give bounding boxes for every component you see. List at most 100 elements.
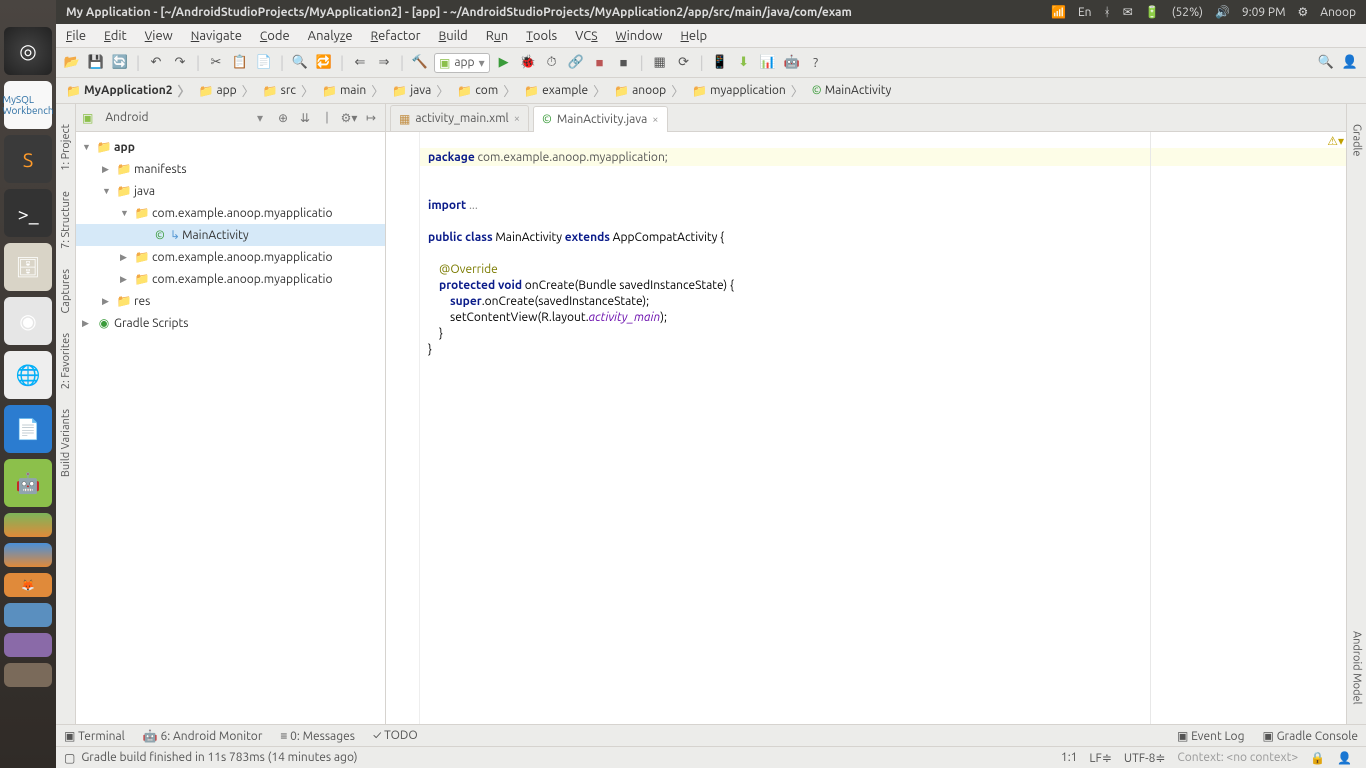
settings-gear-icon[interactable]: ⚙: [1298, 5, 1309, 19]
menu-tools[interactable]: Tools: [526, 29, 557, 43]
tree-gradle[interactable]: ▶◉Gradle Scripts: [76, 312, 385, 334]
tool-gradle[interactable]: Gradle: [1351, 124, 1363, 157]
dock-files-icon[interactable]: 🗄: [4, 243, 52, 291]
cut-icon[interactable]: ✂: [206, 53, 226, 73]
run-config-selector[interactable]: ▣ app ▾: [434, 53, 490, 73]
layout-icon[interactable]: ▦: [650, 53, 670, 73]
context[interactable]: Context: <no context>: [1171, 751, 1304, 764]
network-icon[interactable]: 📶: [1051, 5, 1066, 19]
tool-favorites[interactable]: 2: Favorites: [60, 333, 72, 389]
menu-help[interactable]: Help: [681, 29, 708, 43]
close-icon[interactable]: ×: [514, 113, 520, 125]
tool-android-monitor[interactable]: 🤖 6: Android Monitor: [143, 729, 263, 743]
tool-event-log[interactable]: ▣ Event Log: [1177, 729, 1244, 743]
tree-manifests[interactable]: ▶📁manifests: [76, 158, 385, 180]
tree-app[interactable]: ▼📁app: [76, 136, 385, 158]
project-view-selector[interactable]: Android ▾: [99, 108, 269, 128]
profile-icon[interactable]: ⏱: [542, 53, 562, 73]
dock-chrome-icon[interactable]: 🌐: [4, 351, 52, 399]
clock[interactable]: 9:09 PM: [1242, 6, 1286, 19]
attach-icon[interactable]: 🔗: [566, 53, 586, 73]
tree-pkg1[interactable]: ▼📁com.example.anoop.myapplicatio: [76, 202, 385, 224]
crumb-anoop[interactable]: 📁anoop: [610, 81, 688, 100]
dock-terminal-icon[interactable]: >_: [4, 189, 52, 237]
crumb-main[interactable]: 📁main: [318, 81, 388, 100]
sdk-icon[interactable]: ⬇: [734, 53, 754, 73]
hector-icon[interactable]: 👤: [1331, 751, 1358, 765]
lock-icon[interactable]: 🔒: [1304, 751, 1331, 765]
crumb-com[interactable]: 📁com: [453, 81, 520, 100]
menu-window[interactable]: Window: [616, 29, 663, 43]
forward-icon[interactable]: ⇒: [374, 53, 394, 73]
user-icon[interactable]: 👤: [1340, 53, 1360, 73]
tree-pkg3[interactable]: ▶📁com.example.anoop.myapplicatio: [76, 268, 385, 290]
tool-captures[interactable]: Captures: [60, 269, 72, 313]
collapse-all-icon[interactable]: ⇊: [297, 110, 313, 126]
settings-icon[interactable]: ⚙▾: [341, 110, 357, 126]
crumb-example[interactable]: 📁example: [520, 81, 610, 100]
dock-mysql-icon[interactable]: MySQLWorkbench: [4, 81, 52, 129]
tool-messages[interactable]: ≡ 0: Messages: [280, 729, 355, 743]
sync-gradle-icon[interactable]: ⟳: [674, 53, 694, 73]
dock-dash-icon[interactable]: ◎: [4, 27, 52, 75]
tool-build-variants[interactable]: Build Variants: [60, 409, 72, 477]
run-icon[interactable]: ▶: [494, 53, 514, 73]
back-icon[interactable]: ⇐: [350, 53, 370, 73]
dock-img-3-icon[interactable]: [4, 663, 52, 687]
line-separator[interactable]: LF≑: [1083, 751, 1117, 765]
bluetooth-icon[interactable]: ᚼ: [1104, 6, 1111, 19]
tool-terminal[interactable]: ▣ Terminal: [64, 729, 125, 743]
dock-media-icon[interactable]: ◉: [4, 297, 52, 345]
crumb-app[interactable]: 📁app: [195, 81, 259, 100]
save-icon[interactable]: 💾: [86, 53, 106, 73]
dock-img-2-icon[interactable]: [4, 633, 52, 657]
tool-gradle-console[interactable]: ▣ Gradle Console: [1262, 729, 1358, 743]
paste-icon[interactable]: 📄: [254, 53, 274, 73]
copy-icon[interactable]: 📋: [230, 53, 250, 73]
hide-icon[interactable]: ↦: [363, 110, 379, 126]
cursor-position[interactable]: 1:1: [1055, 751, 1084, 764]
tree-res[interactable]: ▶📁res: [76, 290, 385, 312]
code-editor[interactable]: package com.example.anoop.myapplication;…: [386, 132, 1346, 724]
crumb-root[interactable]: 📁MyApplication2: [62, 81, 195, 100]
tree-java[interactable]: ▼📁java: [76, 180, 385, 202]
tab-activity-main[interactable]: ▦activity_main.xml×: [390, 105, 529, 131]
scroll-from-source-icon[interactable]: ⊕: [275, 110, 291, 126]
close-icon[interactable]: ×: [652, 114, 658, 126]
crumb-myapplication[interactable]: 📁myapplication: [688, 81, 808, 100]
tool-todo[interactable]: ✓ TODO: [373, 729, 418, 742]
dock-sublime-icon[interactable]: S: [4, 135, 52, 183]
toggle-tool-windows-icon[interactable]: ▢: [64, 751, 75, 765]
dock-stack-1-icon[interactable]: [4, 513, 52, 537]
crumb-java[interactable]: 📁java: [388, 81, 453, 100]
help-icon[interactable]: ?: [806, 53, 826, 73]
menu-refactor[interactable]: Refactor: [371, 29, 421, 43]
stop2-icon[interactable]: ■: [614, 53, 634, 73]
crumb-src[interactable]: 📁src: [259, 81, 318, 100]
editor-gutter[interactable]: [386, 132, 420, 724]
menu-run[interactable]: Run: [486, 29, 508, 43]
tool-android-model[interactable]: Android Model: [1351, 631, 1363, 704]
menu-analyze[interactable]: Analyze: [308, 29, 353, 43]
dock-stack-2-icon[interactable]: [4, 543, 52, 567]
make-icon[interactable]: 🔨: [410, 53, 430, 73]
stop-icon[interactable]: ■: [590, 53, 610, 73]
menu-vcs[interactable]: VCS: [575, 29, 597, 43]
menu-build[interactable]: Build: [439, 29, 468, 43]
android-icon[interactable]: 🤖: [782, 53, 802, 73]
code-content[interactable]: package com.example.anoop.myapplication;…: [420, 132, 1346, 724]
sync-icon[interactable]: 🔄: [110, 53, 130, 73]
crumb-mainactivity[interactable]: ©MainActivity: [808, 84, 901, 97]
tree-mainactivity[interactable]: ©↳MainActivity: [76, 224, 385, 246]
project-tree[interactable]: ▼📁app ▶📁manifests ▼📁java ▼📁com.example.a…: [76, 132, 385, 724]
menu-file[interactable]: File: [66, 29, 86, 43]
avd-icon[interactable]: 📱: [710, 53, 730, 73]
tab-mainactivity[interactable]: ©MainActivity.java×: [533, 106, 668, 132]
user-indicator[interactable]: Anoop: [1320, 6, 1356, 19]
undo-icon[interactable]: ↶: [146, 53, 166, 73]
menu-navigate[interactable]: Navigate: [191, 29, 242, 43]
tree-pkg2[interactable]: ▶📁com.example.anoop.myapplicatio: [76, 246, 385, 268]
menu-view[interactable]: View: [145, 29, 173, 43]
debug-icon[interactable]: 🐞: [518, 53, 538, 73]
tool-structure[interactable]: 7: Structure: [60, 191, 72, 249]
